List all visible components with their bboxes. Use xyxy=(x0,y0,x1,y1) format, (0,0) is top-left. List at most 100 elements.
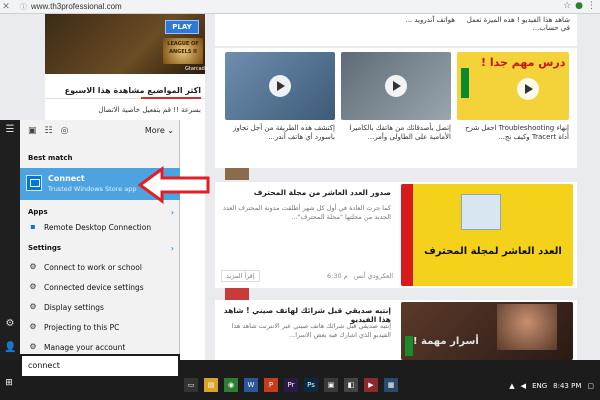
remote-desktop-icon: ▪ xyxy=(30,222,36,231)
language-indicator[interactable]: ENG xyxy=(532,382,547,390)
start-rail: ☰ ⚙ 👤 xyxy=(0,120,20,360)
filter-bar: ▣ ☷ ◎ More ⌄ xyxy=(20,120,180,142)
windows-start-icon[interactable]: ⊞ xyxy=(2,378,16,392)
start-search-panel: ☰ ⚙ 👤 ▣ ☷ ◎ More ⌄ Best match Connect Tr… xyxy=(0,120,180,360)
article-image-text: العدد العاشر لمجلة المحترف xyxy=(424,246,562,257)
result-label: Connect to work or school xyxy=(44,262,142,272)
settings-result[interactable]: ⚙ Connect to work or school xyxy=(20,258,180,276)
taskbar-apps: ▭ ▤ ◉ W P Pr Ps ▣ ◧ ▶ ▦ xyxy=(184,378,398,392)
section-header: Apps xyxy=(28,208,48,216)
photoshop-icon[interactable]: Ps xyxy=(304,378,318,392)
address-bar[interactable]: www.th3professional.com xyxy=(31,2,122,11)
play-icon[interactable] xyxy=(385,75,407,97)
task-view-icon[interactable]: ▭ xyxy=(184,378,198,392)
documents-filter-icon[interactable]: ▣ xyxy=(28,126,37,136)
app-icon[interactable]: ▶ xyxy=(364,378,378,392)
title-underline xyxy=(141,97,201,99)
search-query: connect xyxy=(28,361,60,370)
screen: ✕ ⓘ www.th3professional.com ☆ ● ⋮ PLAY L… xyxy=(0,0,600,400)
network-icon[interactable]: ▲ xyxy=(509,382,514,390)
result-label: Projecting to this PC xyxy=(44,322,120,332)
result-label: Display settings xyxy=(44,302,104,312)
green-marker xyxy=(461,68,469,98)
chevron-right-icon[interactable]: › xyxy=(171,244,174,253)
gear-icon: ⚙ xyxy=(29,322,37,331)
article-excerpt: إنتبه صديقي قبل شرائك هاتف صيني عبر الان… xyxy=(231,322,391,339)
article-image[interactable]: أسرار مهمة ! xyxy=(401,302,573,360)
section-title: اكثر المواضيع مشاهدة هذا الاسبوع xyxy=(64,86,201,95)
play-button[interactable]: PLAY xyxy=(165,20,199,34)
card-caption[interactable]: هواتف آندرويد ... xyxy=(345,16,455,24)
bookmark-star-icon[interactable]: ☆ xyxy=(563,1,571,11)
menu-dots-icon[interactable]: ⋮ xyxy=(587,1,596,11)
app-icon[interactable]: ◧ xyxy=(344,378,358,392)
more-filters[interactable]: More ⌄ xyxy=(145,126,174,135)
web-filter-icon[interactable]: ◎ xyxy=(61,126,69,136)
hamburger-icon[interactable]: ☰ xyxy=(4,124,16,136)
system-tray: ▲ ◀ ENG 8:43 PM ▢ xyxy=(509,382,594,390)
powerpoint-icon[interactable]: P xyxy=(264,378,278,392)
chrome-icon[interactable]: ◉ xyxy=(224,378,238,392)
gear-icon: ⚙ xyxy=(29,282,37,291)
settings-result[interactable]: ⚙ Projecting to this PC xyxy=(20,318,180,336)
chevron-down-icon: ⌄ xyxy=(167,126,174,135)
person-photo xyxy=(497,304,557,350)
user-icon[interactable]: 👤 xyxy=(4,342,16,354)
file-explorer-icon[interactable]: ▤ xyxy=(204,378,218,392)
app-result[interactable]: ▪ Remote Desktop Connection xyxy=(20,218,180,236)
video-thumbnail[interactable] xyxy=(341,52,451,120)
settings-result[interactable]: ⚙ Display settings xyxy=(20,298,180,316)
volume-icon[interactable]: ◀ xyxy=(521,382,526,390)
magazine-cover xyxy=(461,194,501,230)
video-caption[interactable]: إنهاء Troubleshooting اجعل شرح أداة Trac… xyxy=(457,124,569,142)
ad-brand: Gtarcade xyxy=(185,66,208,72)
result-label: Remote Desktop Connection xyxy=(44,222,152,232)
right-column: هواتف آندرويد ... شاهد هذا الفيديو ! هذه… xyxy=(215,14,577,360)
list-item[interactable]: بسرعة !! قم بتفعيل خاصية الاتصال xyxy=(51,106,201,114)
video-row: درس مهم جدا ! إكتشف هذه الطريقة من أجل ت… xyxy=(215,48,577,168)
video-overlay-text: درس مهم جدا ! xyxy=(481,56,566,69)
video-caption[interactable]: إتصل بأصدقائك من هاتفك بالكاميرا الأمامي… xyxy=(341,124,451,142)
chevron-right-icon[interactable]: › xyxy=(171,208,174,217)
annotation-arrow-icon xyxy=(138,166,210,204)
page-info-icon[interactable]: ⓘ xyxy=(20,2,27,12)
result-subtitle: Trusted Windows Store app xyxy=(48,185,137,193)
video-thumbnail[interactable] xyxy=(225,52,335,120)
card-caption[interactable]: شاهد هذا الفيديو ! هذه الميزة تعمل في حس… xyxy=(460,16,570,32)
gear-icon: ⚙ xyxy=(29,302,37,311)
browser-toolbar: ✕ ⓘ www.th3professional.com ☆ ● ⋮ xyxy=(0,0,600,14)
red-stripe xyxy=(401,184,413,286)
read-more-button[interactable]: إقرأ المزيد xyxy=(221,270,260,282)
article-title[interactable]: صدور العدد العاشر من مجلة المحترف xyxy=(219,188,391,197)
gear-icon: ⚙ xyxy=(29,342,37,351)
results-panel: ▣ ☷ ◎ More ⌄ Best match Connect Trusted … xyxy=(20,120,180,360)
clock[interactable]: 8:43 PM xyxy=(553,382,581,390)
game-logo: LEAGUE OF ANGELS II xyxy=(163,38,203,64)
play-icon[interactable] xyxy=(269,75,291,97)
play-icon[interactable] xyxy=(517,78,539,100)
game-ad-banner[interactable]: PLAY LEAGUE OF ANGELS II Gtarcade xyxy=(45,14,208,74)
green-marker xyxy=(405,336,413,356)
result-label: Connected device settings xyxy=(44,282,144,292)
premiere-icon[interactable]: Pr xyxy=(284,378,298,392)
result-name: Connect xyxy=(48,174,85,183)
reload-icon[interactable]: ✕ xyxy=(0,1,12,13)
app-icon[interactable]: ▦ xyxy=(384,378,398,392)
article-excerpt: كما جرت العادة في أول كل شهر أطلقت مدونة… xyxy=(222,204,391,221)
app-icon[interactable]: ▣ xyxy=(324,378,338,392)
apps-filter-icon[interactable]: ☷ xyxy=(45,126,53,136)
article-image[interactable]: العدد العاشر لمجلة المحترف xyxy=(401,184,573,286)
settings-result[interactable]: ⚙ Connected device settings xyxy=(20,278,180,296)
video-caption[interactable]: إكتشف هذه الطريقة من أجل تجاوز باسورد أي… xyxy=(225,124,335,142)
word-icon[interactable]: W xyxy=(244,378,258,392)
taskbar-search-box[interactable]: connect xyxy=(20,354,180,378)
article-card: إنتبه صديقي قبل شرائك لهاتف صيني ! شاهد … xyxy=(215,300,577,360)
gear-icon[interactable]: ⚙ xyxy=(4,318,16,330)
extension-icon[interactable]: ● xyxy=(575,1,583,11)
notifications-icon[interactable]: ▢ xyxy=(587,382,594,390)
post-author[interactable]: العكرودي أنس xyxy=(345,272,393,280)
taskbar: connect ⊞ ▭ ▤ ◉ W P Pr Ps ▣ ◧ ▶ ▦ ▲ ◀ EN… xyxy=(0,354,600,400)
video-thumbnail[interactable]: درس مهم جدا ! xyxy=(457,52,569,120)
connect-app-icon xyxy=(26,175,42,191)
section-header: Best match xyxy=(28,154,73,162)
